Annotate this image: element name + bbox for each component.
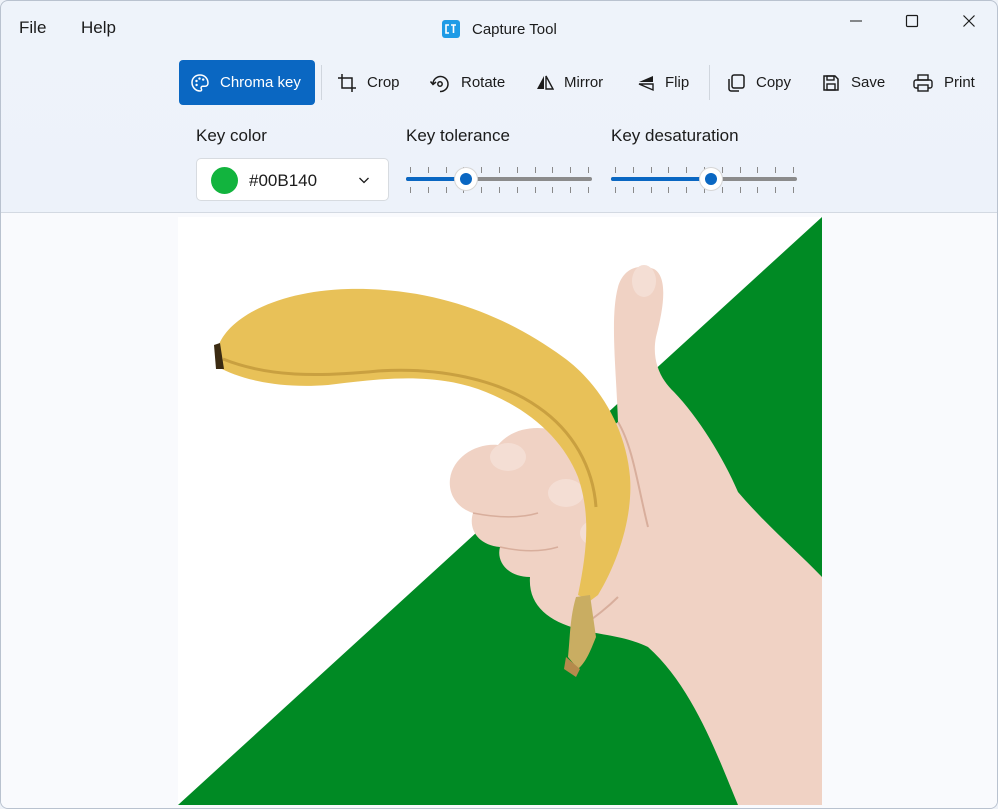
slider-tick [535,187,536,193]
app-title: Capture Tool [442,18,557,40]
slider-tick [570,167,571,173]
slider-tick [633,167,634,173]
key-desaturation-slider[interactable] [611,167,797,193]
slider-tick [722,187,723,193]
crop-button[interactable]: Crop [337,60,400,105]
slider-tick [775,187,776,193]
chevron-down-icon [357,173,371,192]
print-button[interactable]: Print [912,60,975,105]
print-label: Print [944,74,975,91]
maximize-button[interactable] [897,9,927,33]
slider-tick [793,167,794,173]
copy-label: Copy [756,74,792,91]
chroma-key-button[interactable]: Chroma key [179,60,315,105]
slider-tick [570,187,571,193]
toolbar-separator [321,65,322,100]
key-tolerance-label: Key tolerance [406,126,510,145]
copy-icon [726,73,746,93]
rotate-label: Rotate [461,74,506,91]
rotate-button[interactable]: Rotate [429,60,505,105]
edited-image[interactable] [178,217,822,805]
slider-tick [740,167,741,173]
key-tolerance-slider[interactable] [406,167,592,193]
menu-help[interactable]: Help [81,18,116,38]
printer-icon [912,73,934,93]
slider-tick [651,187,652,193]
slider-tick [615,167,616,173]
slider-tick [446,187,447,193]
key-color-value: #00B140 [249,171,318,190]
slider-tick [410,187,411,193]
close-button[interactable] [954,9,984,33]
minimize-icon [850,20,862,22]
slider-tick [517,167,518,173]
slider-tick [446,167,447,173]
slider-tick [535,167,536,173]
key-color-label: Key color [196,126,267,145]
slider-tick [428,167,429,173]
crop-label: Crop [367,74,400,91]
save-label: Save [851,74,886,91]
slider-tick [757,167,758,173]
slider-tick [588,187,589,193]
slider-tick [499,187,500,193]
slider-tick [615,187,616,193]
crop-icon [337,73,357,93]
slider-tick [686,167,687,173]
slider-tick [633,187,634,193]
toolbar-separator [709,65,710,100]
mirror-label: Mirror [564,74,604,91]
slider-tick [410,167,411,173]
slider-tick [668,167,669,173]
close-icon [963,15,975,27]
mirror-button[interactable]: Mirror [536,60,603,105]
slider-tick [552,187,553,193]
slider-tick [775,167,776,173]
slider-tick [686,187,687,193]
flip-label: Flip [665,74,690,91]
slider-tick [588,167,589,173]
slider-tick [481,187,482,193]
slider-tick [757,187,758,193]
app-logo-icon [442,20,460,38]
palette-icon [190,73,210,93]
window-title: Capture Tool [472,20,557,38]
menu-file[interactable]: File [19,18,46,38]
image-canvas [1,213,997,808]
capture-tool-window: File Help Capture Tool Chroma key Crop R… [0,0,998,809]
title-bar: File Help Capture Tool [1,1,997,53]
slider-thumb[interactable] [455,168,477,190]
key-desaturation-label: Key desaturation [611,126,739,145]
slider-tick [722,167,723,173]
slider-tick [740,187,741,193]
key-color-swatch [211,167,238,194]
chroma-key-label: Chroma key [220,74,301,91]
slider-tick [651,167,652,173]
flip-icon [637,74,655,92]
rotate-icon [429,72,451,94]
minimize-button[interactable] [841,9,871,33]
slider-tick [552,167,553,173]
copy-button[interactable]: Copy [726,60,791,105]
slider-thumb[interactable] [700,168,722,190]
slider-tick [793,187,794,193]
slider-tick [517,187,518,193]
slider-fill [611,177,711,181]
slider-tick [428,187,429,193]
maximize-icon [905,14,919,28]
slider-tick [499,167,500,173]
key-color-dropdown[interactable]: #00B140 [196,158,389,201]
save-icon [821,73,841,93]
slider-tick [481,167,482,173]
flip-button[interactable]: Flip [637,60,689,105]
mirror-icon [536,73,554,93]
slider-tick [668,187,669,193]
save-button[interactable]: Save [821,60,885,105]
